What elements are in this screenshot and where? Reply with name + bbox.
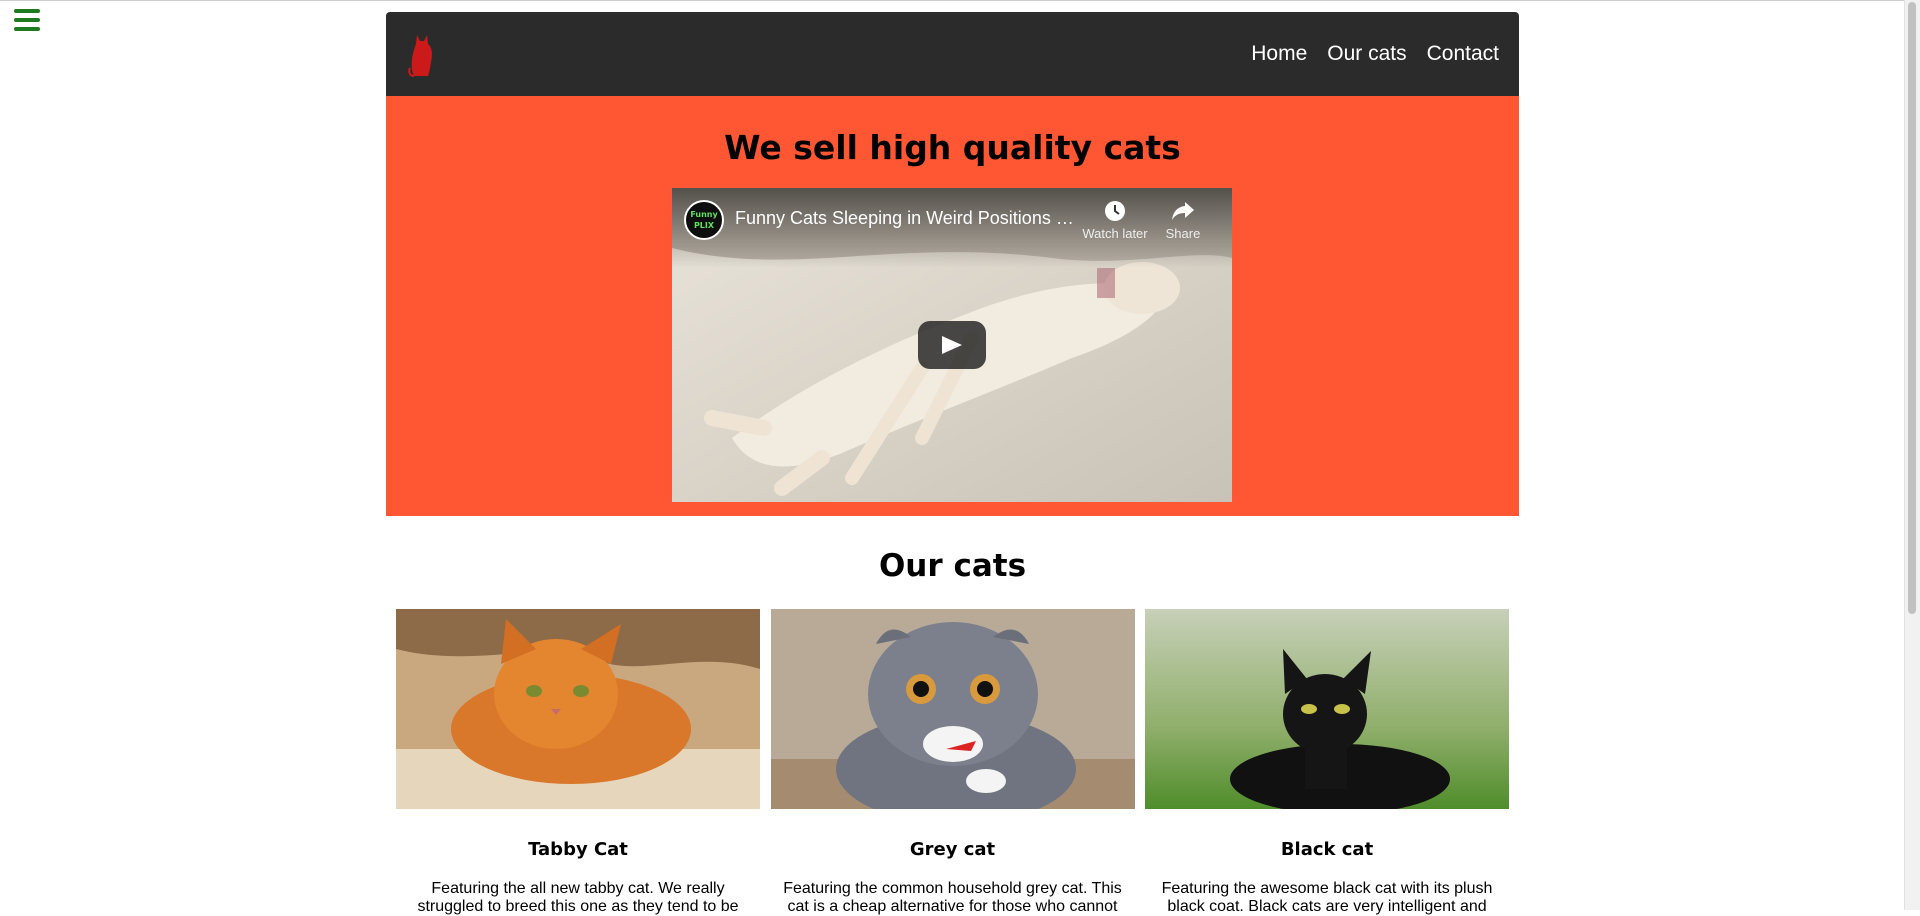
cat-description: Featuring the common household grey cat.… (783, 880, 1122, 915)
video-title[interactable]: Funny Cats Sleeping in Weird Positions C… (735, 208, 1075, 229)
menu-bar (14, 27, 40, 31)
menu-bar (14, 9, 40, 13)
nav-our-cats-link[interactable]: Our cats (1327, 42, 1406, 66)
page-container: Home Our cats Contact We sell high quali… (386, 12, 1519, 915)
nav-contact-link[interactable]: Contact (1427, 42, 1499, 66)
menu-bar (14, 18, 40, 22)
cat-description: Featuring the all new tabby cat. We real… (417, 880, 739, 915)
share-button[interactable]: Share (1143, 200, 1223, 241)
play-button[interactable] (918, 321, 986, 369)
hero-title: We sell high quality cats (724, 128, 1181, 167)
watch-later-label: Watch later (1082, 226, 1148, 241)
video-player[interactable]: Funny PLIX Funny Cats Sleeping in Weird … (672, 188, 1232, 502)
cat-name: Grey cat (909, 839, 996, 860)
cat-card-black: Black cat Featuring the awesome black ca… (1145, 609, 1509, 916)
share-icon (1172, 202, 1194, 220)
cat-logo-icon[interactable] (406, 32, 436, 78)
channel-logo-line: PLIX (693, 221, 715, 230)
top-edge (0, 0, 1920, 1)
cat-card-tabby: Tabby Cat Featuring the all new tabby ca… (396, 609, 760, 916)
nav-links: Home Our cats Contact (1251, 42, 1499, 66)
page-scrollbar[interactable] (1904, 0, 1920, 910)
cat-name: Tabby Cat (528, 839, 628, 860)
channel-logo-line: Funny (690, 210, 718, 219)
hamburger-menu-icon[interactable] (14, 9, 40, 31)
cat-description: Featuring the awesome black cat with its… (1161, 880, 1493, 915)
clock-icon (1105, 201, 1125, 221)
navbar: Home Our cats Contact (386, 12, 1519, 96)
play-icon (942, 336, 962, 354)
hero-section: We sell high quality cats Funny PLIX Fun… (386, 96, 1519, 516)
tabby-cat-image (396, 609, 760, 809)
our-cats-heading: Our cats (878, 548, 1027, 584)
cat-name: Black cat (1280, 839, 1374, 860)
nav-home-link[interactable]: Home (1251, 42, 1307, 66)
cat-cards: Tabby Cat Featuring the all new tabby ca… (396, 609, 1509, 916)
cat-card-grey: Grey cat Featuring the common household … (770, 609, 1135, 916)
black-cat-image (1145, 609, 1509, 809)
scrollbar-thumb[interactable] (1908, 2, 1916, 614)
channel-avatar[interactable]: Funny PLIX (684, 200, 724, 240)
grey-cat-image (770, 609, 1135, 809)
share-label: Share (1165, 226, 1201, 241)
